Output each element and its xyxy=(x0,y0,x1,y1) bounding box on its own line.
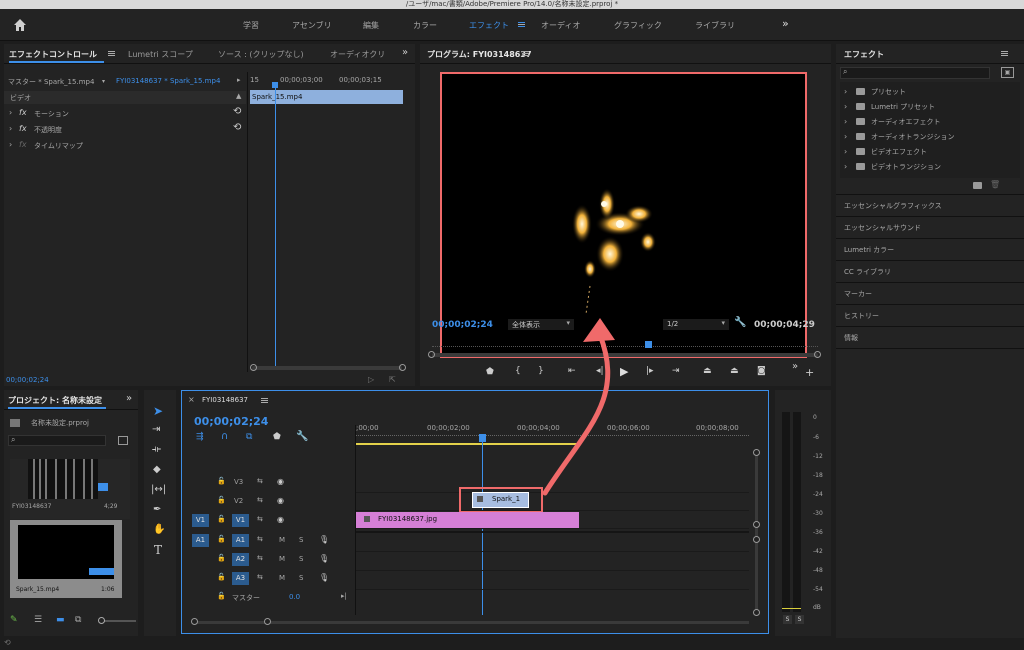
annotation-arrow xyxy=(542,318,615,496)
